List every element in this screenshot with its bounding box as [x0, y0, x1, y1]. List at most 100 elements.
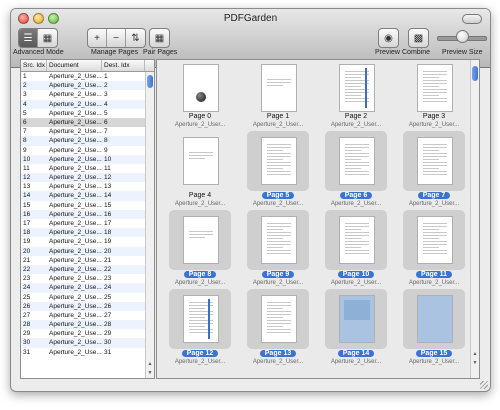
page-thumbnail[interactable]: Page 9 Aperture_2_User...	[241, 210, 315, 290]
table-row[interactable]: 29 Aperture_2_Use... 29	[21, 329, 145, 338]
src-idx-cell: 12	[23, 174, 31, 182]
table-row[interactable]: 2 Aperture_2_Use... 2	[21, 81, 145, 91]
page-thumbnail[interactable]: Page 14 Aperture_2_User...	[319, 289, 393, 369]
page-thumbnail[interactable]: Page 8 Aperture_2_User...	[163, 210, 237, 290]
eye-icon[interactable]: ◉	[379, 29, 398, 47]
table-row[interactable]: 20 Aperture_2_Use... 20	[21, 246, 145, 256]
document-cell: Aperture_2_Use...	[49, 91, 102, 99]
page-label-text: Page 7	[417, 192, 451, 199]
column-header-dest-idx[interactable]: Dest. Idx	[102, 60, 145, 71]
page-thumbnail[interactable]: Page 13 Aperture_2_User...	[241, 289, 315, 369]
scroll-up-arrow-icon[interactable]: ▲	[146, 360, 154, 368]
page-thumbnail[interactable]: Page 2 Aperture_2_User...	[319, 60, 393, 132]
table-row[interactable]: 13 Aperture_2_Use... 13	[21, 182, 145, 191]
table-row[interactable]: 19 Aperture_2_Use... 19	[21, 237, 145, 246]
page-label: Page 0	[163, 113, 237, 120]
table-row[interactable]: 16 Aperture_2_Use... 16	[21, 209, 145, 219]
page-label-text: Page 14	[337, 350, 375, 357]
page-thumbnail[interactable]: Page 7 Aperture_2_User...	[397, 131, 471, 211]
table-row[interactable]: 15 Aperture_2_Use... 15	[21, 201, 145, 210]
table-row[interactable]: 23 Aperture_2_Use... 23	[21, 274, 145, 283]
preview-button[interactable]: ◉	[378, 28, 399, 48]
table-row[interactable]: 21 Aperture_2_Use... 21	[21, 256, 145, 265]
page-thumbnail[interactable]: Page 12 Aperture_2_User...	[163, 289, 237, 369]
table-row[interactable]: 22 Aperture_2_Use... 22	[21, 264, 145, 275]
src-idx-cell: 26	[23, 302, 31, 310]
pair-pages-label: Pair Pages	[143, 49, 178, 56]
app-window: PDFGarden ☰ ▦ Advanced Mode + − ⇅ Manage…	[10, 8, 491, 392]
page-thumbnail[interactable]: Page 1 Aperture_2_User...	[241, 60, 315, 132]
pair-icon[interactable]: ▦	[150, 29, 169, 47]
column-header-document[interactable]: Document	[47, 60, 102, 71]
page-grid-scrollbar[interactable]: ▲ ▼	[470, 60, 479, 378]
page-label: Page 2	[319, 113, 393, 120]
view-mode-segmented-control[interactable]: ☰ ▦	[18, 28, 58, 48]
grid-scroll-up-arrow-icon[interactable]: ▲	[471, 350, 479, 358]
dest-idx-cell: 26	[104, 302, 112, 310]
pair-pages-button[interactable]: ▦	[149, 28, 170, 48]
resize-grip-icon[interactable]	[480, 381, 488, 389]
page-label-text: Page 1	[266, 113, 290, 120]
table-scrollbar-thumb[interactable]	[147, 75, 153, 88]
table-row[interactable]: 31 Aperture_2_Use... 31	[21, 348, 145, 357]
grid-icon[interactable]: ▦	[38, 29, 57, 47]
table-row[interactable]: 1 Aperture_2_Use... 1	[21, 72, 145, 81]
list-icon[interactable]: ☰	[19, 29, 38, 47]
table-row[interactable]: 5 Aperture_2_Use... 5	[21, 109, 145, 118]
table-scrollbar[interactable]: ▲ ▼	[145, 72, 154, 378]
page-thumbnail[interactable]: Page 0 Aperture_2_User...	[163, 60, 237, 132]
src-idx-cell: 4	[23, 100, 27, 108]
document-cell: Aperture_2_Use...	[49, 229, 102, 237]
table-row[interactable]: 25 Aperture_2_Use... 25	[21, 293, 145, 302]
src-idx-cell: 31	[23, 348, 31, 356]
table-row[interactable]: 7 Aperture_2_Use... 7	[21, 127, 145, 136]
table-row[interactable]: 28 Aperture_2_Use... 28	[21, 320, 145, 330]
sort-icon[interactable]: ⇅	[126, 29, 145, 47]
page-grid-scrollbar-thumb[interactable]	[472, 66, 478, 81]
src-idx-cell: 5	[23, 109, 27, 117]
page-thumbnail[interactable]: Page 5 Aperture_2_User...	[241, 131, 315, 211]
dest-idx-cell: 12	[104, 174, 112, 182]
table-row[interactable]: 18 Aperture_2_Use... 18	[21, 228, 145, 238]
page-source-document: Aperture_2_User...	[408, 201, 460, 207]
page-preview-image	[261, 64, 297, 112]
page-thumbnail[interactable]: Page 6 Aperture_2_User...	[319, 131, 393, 211]
toolbar-toggle-button[interactable]	[462, 14, 482, 24]
plus-icon[interactable]: +	[88, 29, 107, 47]
table-row[interactable]: 24 Aperture_2_Use... 24	[21, 283, 145, 293]
table-row[interactable]: 3 Aperture_2_Use... 3	[21, 90, 145, 99]
preview-size-slider-knob[interactable]	[456, 30, 469, 43]
page-label-text: Page 13	[259, 350, 297, 357]
table-row[interactable]: 6 Aperture_2_Use... 6	[21, 117, 145, 128]
table-row[interactable]: 27 Aperture_2_Use... 27	[21, 311, 145, 320]
manage-pages-segmented-control[interactable]: + − ⇅	[87, 28, 146, 48]
page-thumbnail[interactable]: Page 10 Aperture_2_User...	[319, 210, 393, 290]
page-label: Page 15	[397, 350, 471, 357]
page-label: Page 13	[241, 350, 315, 357]
table-row[interactable]: 10 Aperture_2_Use... 10	[21, 154, 145, 164]
scroll-down-arrow-icon[interactable]: ▼	[146, 369, 154, 377]
page-thumbnail[interactable]: Page 11 Aperture_2_User...	[397, 210, 471, 290]
page-thumbnail[interactable]: Page 4 Aperture_2_User...	[163, 131, 237, 211]
combine-icon[interactable]: ▩	[409, 29, 428, 47]
column-header-src-idx[interactable]: Src. Idx	[21, 60, 47, 71]
table-row[interactable]: 17 Aperture_2_Use... 17	[21, 219, 145, 228]
table-row[interactable]: 26 Aperture_2_Use... 26	[21, 301, 145, 311]
grid-scroll-down-arrow-icon[interactable]: ▼	[471, 359, 479, 367]
table-row[interactable]: 8 Aperture_2_Use... 8	[21, 136, 145, 146]
document-cell: Aperture_2_Use...	[49, 109, 102, 117]
table-row[interactable]: 14 Aperture_2_Use... 14	[21, 191, 145, 201]
document-cell: Aperture_2_Use...	[49, 348, 102, 356]
src-idx-cell: 15	[23, 201, 31, 209]
table-row[interactable]: 4 Aperture_2_Use... 4	[21, 99, 145, 109]
minus-icon[interactable]: −	[107, 29, 126, 47]
table-row[interactable]: 11 Aperture_2_Use... 11	[21, 164, 145, 173]
table-row[interactable]: 30 Aperture_2_Use... 30	[21, 338, 145, 348]
table-row[interactable]: 9 Aperture_2_Use... 9	[21, 146, 145, 155]
page-label-text: Page 0	[188, 113, 212, 120]
combine-button[interactable]: ▩	[408, 28, 429, 48]
page-thumbnail[interactable]: Page 3 Aperture_2_User...	[397, 60, 471, 132]
table-row[interactable]: 12 Aperture_2_Use... 12	[21, 173, 145, 183]
page-thumbnail[interactable]: Page 15 Aperture_2_User...	[397, 289, 471, 369]
dest-idx-cell: 5	[104, 109, 108, 117]
